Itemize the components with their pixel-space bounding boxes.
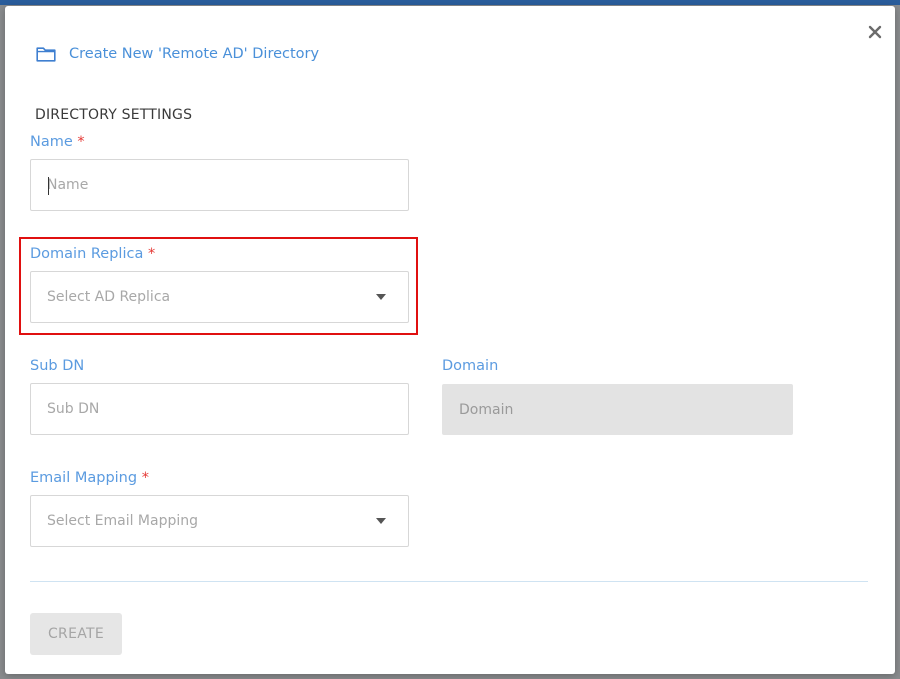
domain-replica-label-text: Domain Replica [30, 246, 144, 262]
domain-replica-label: Domain Replica * [30, 246, 155, 262]
email-mapping-selected: Select Email Mapping [47, 513, 199, 529]
name-field[interactable] [30, 159, 409, 211]
name-label: Name * [30, 134, 85, 150]
create-button[interactable]: CREATE [30, 613, 122, 655]
app-top-bar [0, 0, 900, 5]
text-cursor [48, 177, 49, 195]
domain-replica-select[interactable]: Select AD Replica [30, 271, 409, 323]
required-mark: * [147, 246, 156, 262]
caret-down-icon [376, 518, 386, 524]
required-mark: * [141, 470, 149, 486]
dialog-header: Create New 'Remote AD' Directory [36, 45, 319, 63]
domain-label-text: Domain [442, 358, 499, 374]
section-title: DIRECTORY SETTINGS [35, 107, 193, 123]
email-mapping-label-text: Email Mapping [30, 470, 138, 486]
required-mark: * [77, 134, 85, 150]
domain-label: Domain [442, 358, 498, 374]
folder-icon [36, 45, 58, 63]
email-mapping-label: Email Mapping * [30, 470, 149, 486]
sub-dn-label: Sub DN [30, 358, 84, 374]
close-button[interactable] [863, 20, 887, 44]
dialog-title: Create New 'Remote AD' Directory [69, 46, 320, 62]
close-icon [868, 25, 882, 39]
domain-replica-selected: Select AD Replica [47, 289, 171, 305]
name-label-text: Name [30, 134, 73, 150]
create-directory-dialog: Create New 'Remote AD' Directory DIRECTO… [5, 6, 895, 674]
sub-dn-field[interactable] [30, 383, 409, 435]
email-mapping-select[interactable]: Select Email Mapping [30, 495, 409, 547]
domain-input [443, 385, 792, 434]
sub-dn-input[interactable] [31, 384, 408, 434]
domain-field [442, 384, 793, 435]
footer-divider [30, 581, 868, 582]
sub-dn-label-text: Sub DN [30, 358, 85, 374]
name-input[interactable] [31, 160, 408, 210]
caret-down-icon [376, 294, 386, 300]
